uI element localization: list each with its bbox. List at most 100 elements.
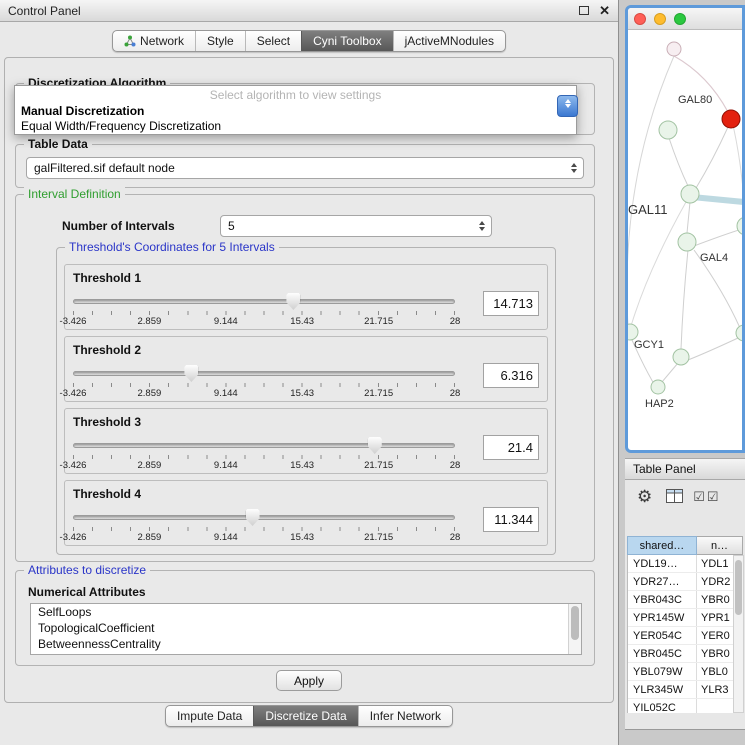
desktop: Control Panel ✕ Network <box>0 0 745 745</box>
control-panel-title: Control Panel <box>8 4 579 18</box>
algorithm-option-equal-width[interactable]: Equal Width/Frequency Discretization <box>15 119 576 134</box>
tick-label: 21.715 <box>364 316 393 327</box>
tab-discretize-data[interactable]: Discretize Data <box>253 706 357 726</box>
table-cell[interactable]: YER054C <box>628 627 697 644</box>
table-scrollbar-thumb[interactable] <box>735 560 742 615</box>
threshold-4-slider: -3.426 2.859 9.144 15.43 21.715 28 <box>73 509 455 543</box>
checkbox-icon[interactable]: ☑ <box>693 490 705 503</box>
list-item[interactable]: BetweennessCentrality <box>31 636 581 652</box>
close-icon[interactable]: ✕ <box>599 4 610 17</box>
tab-infer-network[interactable]: Infer Network <box>358 706 452 726</box>
table-cell[interactable]: YLR345W <box>628 681 697 698</box>
table-cell[interactable]: YER0 <box>697 627 734 644</box>
tab-cyni-toolbox-label: Cyni Toolbox <box>313 34 381 48</box>
list-item[interactable]: SelfLoops <box>31 604 581 620</box>
slider-thumb[interactable] <box>184 365 198 382</box>
apply-button[interactable]: Apply <box>276 670 342 691</box>
table-cell[interactable]: YBL079W <box>628 663 697 680</box>
network-canvas[interactable]: GAL80 GAL11 GAL4 GCY1 HAP2 <box>628 30 742 452</box>
tick-label: 28 <box>450 316 461 327</box>
column-header-name[interactable]: n… <box>697 536 743 555</box>
table-row[interactable]: YIL052C <box>628 699 734 713</box>
table-cell[interactable]: YLR3 <box>697 681 734 698</box>
network-node-gcy1[interactable] <box>628 324 638 340</box>
table-row[interactable]: YBL079W YBL0 <box>628 663 734 681</box>
slider-track[interactable] <box>73 299 455 304</box>
threshold-2-value-field[interactable]: 6.316 <box>483 363 539 388</box>
table-row[interactable]: YDR27… YDR2 <box>628 573 734 591</box>
table-scrollbar[interactable] <box>733 555 744 713</box>
algorithm-combo-stepper[interactable] <box>557 95 578 117</box>
network-node-gal80[interactable] <box>659 121 677 139</box>
slider-thumb[interactable] <box>246 509 260 526</box>
close-traffic-light[interactable] <box>634 13 646 25</box>
table-cell[interactable]: YDL1 <box>697 555 734 572</box>
slider-track[interactable] <box>73 443 455 448</box>
table-row[interactable]: YDL19… YDL1 <box>628 555 734 573</box>
columns-icon[interactable] <box>666 489 683 503</box>
network-node[interactable] <box>667 42 681 56</box>
float-window-icon[interactable] <box>579 6 589 15</box>
list-scrollbar[interactable] <box>568 604 581 654</box>
threshold-3-value-field[interactable]: 21.4 <box>483 435 539 460</box>
table-cell[interactable]: YDR2 <box>697 573 734 590</box>
table-cell[interactable]: YBR0 <box>697 591 734 608</box>
network-node-hap2[interactable] <box>651 380 665 394</box>
network-node[interactable] <box>673 349 689 365</box>
list-item[interactable]: TopologicalCoefficient <box>31 620 581 636</box>
threshold-3-panel: Threshold 3 -3.426 2.859 9.144 15.43 21.… <box>64 408 548 474</box>
slider-thumb[interactable] <box>286 293 300 310</box>
tick-label: -3.426 <box>60 388 87 399</box>
tick-label: 15.43 <box>290 388 314 399</box>
table-cell[interactable]: YDR27… <box>628 573 697 590</box>
combo-arrows-icon <box>479 221 485 231</box>
tab-jactivemnodules[interactable]: jActiveMNodules <box>393 31 505 51</box>
table-data-combo[interactable]: galFiltered.sif default node <box>26 157 584 179</box>
table-cell[interactable]: YBL0 <box>697 663 734 680</box>
minimize-traffic-light[interactable] <box>654 13 666 25</box>
slider-thumb[interactable] <box>368 437 382 454</box>
tab-impute-data[interactable]: Impute Data <box>166 706 253 726</box>
table-cell[interactable]: YPR1 <box>697 609 734 626</box>
list-scrollbar-thumb[interactable] <box>571 606 579 640</box>
slider-track[interactable] <box>73 371 455 376</box>
table-cell[interactable]: YBR0 <box>697 645 734 662</box>
tab-infer-network-label: Infer Network <box>370 709 441 723</box>
tab-cyni-toolbox[interactable]: Cyni Toolbox <box>301 31 392 51</box>
slider-track[interactable] <box>73 515 455 520</box>
top-tab-bar: Network Style Select Cyni Toolbox jActiv… <box>0 30 618 52</box>
tab-network[interactable]: Network <box>113 31 195 51</box>
network-node-gal11[interactable] <box>681 185 699 203</box>
table-cell[interactable]: YPR145W <box>628 609 697 626</box>
number-of-intervals-combo[interactable]: 5 <box>220 215 492 237</box>
table-data-group: Table Data galFiltered.sif default node <box>15 144 595 188</box>
threshold-3-slider: -3.426 2.859 9.144 15.43 21.715 28 <box>73 437 455 471</box>
network-node[interactable] <box>737 217 742 235</box>
algorithm-option-manual[interactable]: Manual Discretization <box>15 104 576 119</box>
network-node-red[interactable] <box>722 110 740 128</box>
numerical-attributes-label: Numerical Attributes <box>28 585 146 599</box>
gear-icon[interactable]: ⚙ <box>637 488 652 505</box>
network-node-gal4[interactable] <box>678 233 696 251</box>
top-tab-segments: Network Style Select Cyni Toolbox jActiv… <box>112 30 506 52</box>
tab-style[interactable]: Style <box>195 31 245 51</box>
table-row[interactable]: YBR045C YBR0 <box>628 645 734 663</box>
attributes-group-title: Attributes to discretize <box>24 563 150 577</box>
tab-select[interactable]: Select <box>245 31 301 51</box>
table-row[interactable]: YBR043C YBR0 <box>628 591 734 609</box>
table-cell[interactable]: YBR045C <box>628 645 697 662</box>
zoom-traffic-light[interactable] <box>674 13 686 25</box>
table-row[interactable]: YER054C YER0 <box>628 627 734 645</box>
column-header-shared-name[interactable]: shared… <box>627 536 697 555</box>
checkbox-icon[interactable]: ☑ <box>707 490 719 503</box>
table-row[interactable]: YPR145W YPR1 <box>628 609 734 627</box>
table-cell[interactable]: YIL052C <box>628 699 697 713</box>
network-edge <box>687 202 690 233</box>
threshold-1-value-field[interactable]: 14.713 <box>483 291 539 316</box>
tick-label: 9.144 <box>214 532 238 543</box>
table-cell[interactable] <box>697 699 734 713</box>
table-row[interactable]: YLR345W YLR3 <box>628 681 734 699</box>
threshold-4-value-field[interactable]: 11.344 <box>483 507 539 532</box>
table-cell[interactable]: YDL19… <box>628 555 697 572</box>
table-cell[interactable]: YBR043C <box>628 591 697 608</box>
